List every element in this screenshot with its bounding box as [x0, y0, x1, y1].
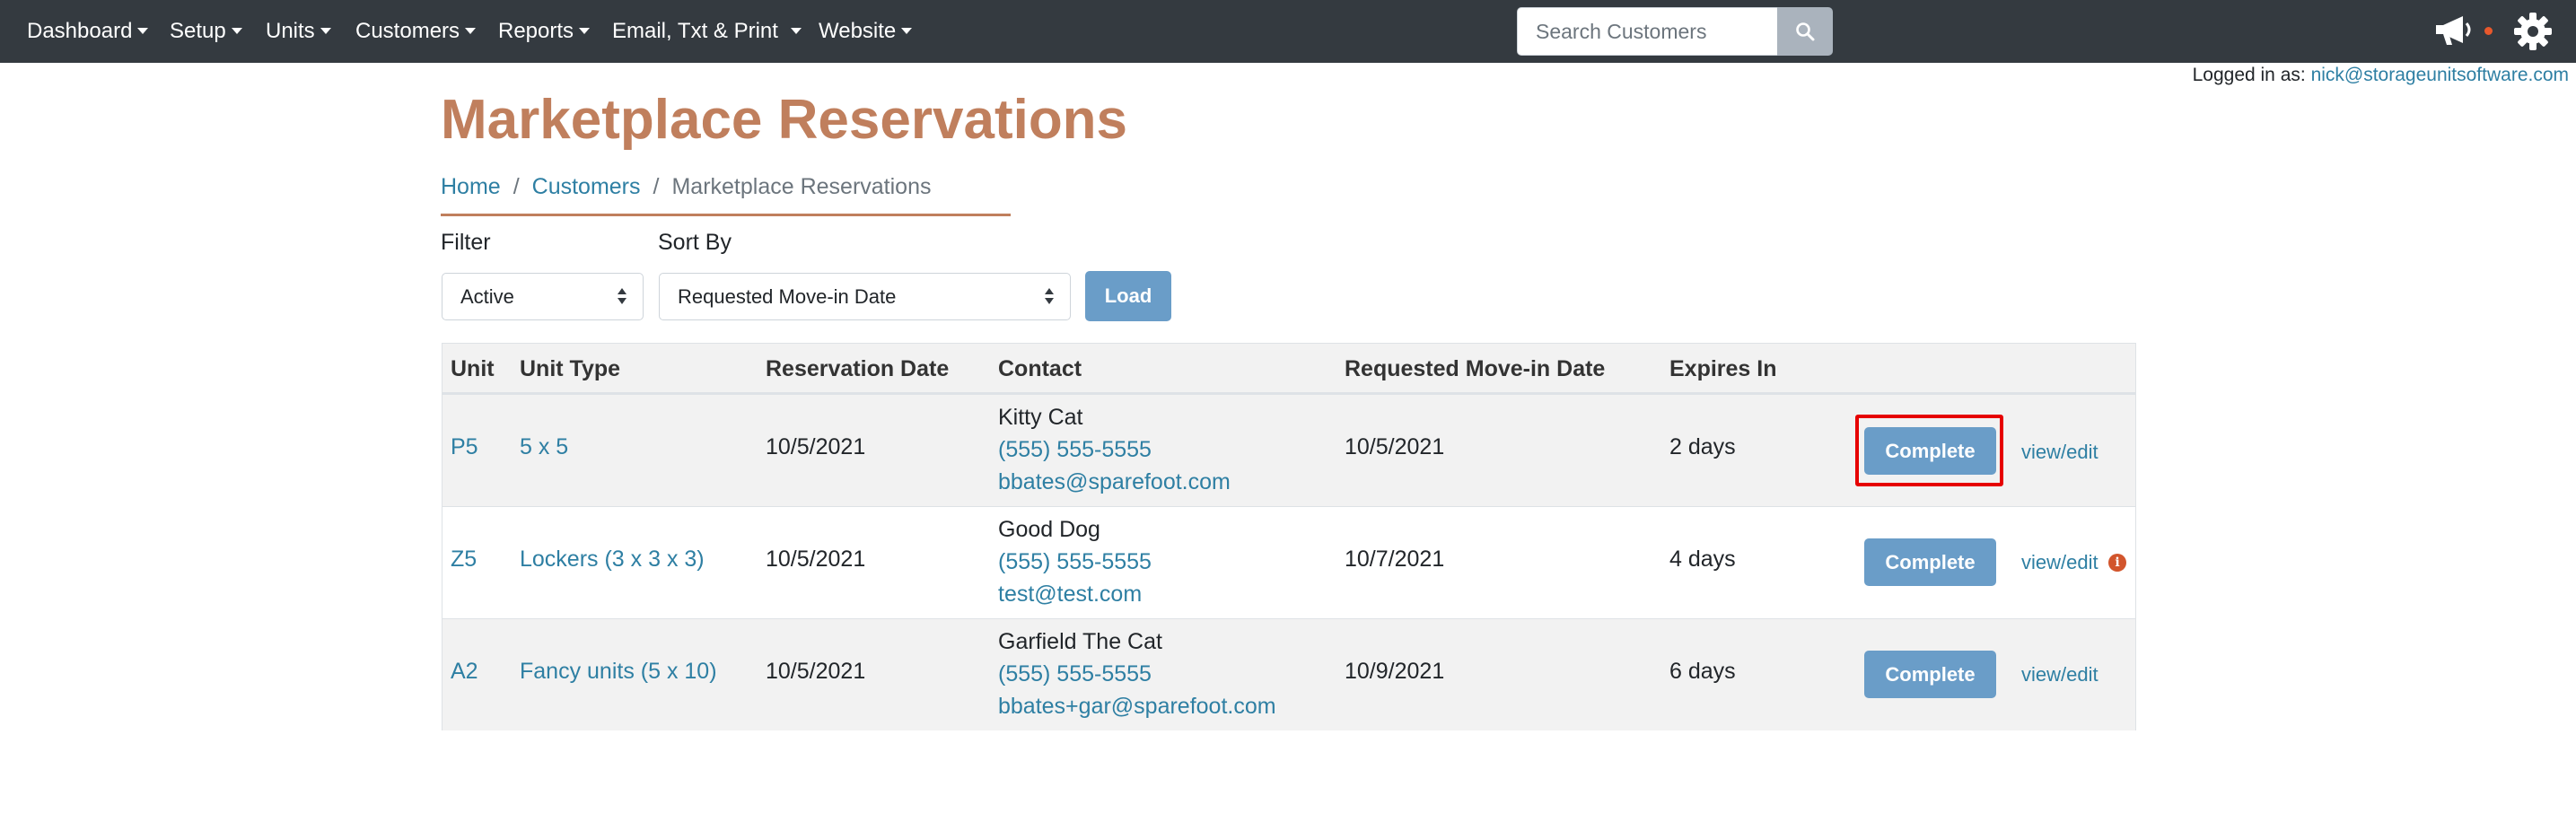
- nav-website-label: Website: [819, 19, 897, 43]
- nav-dashboard-label: Dashboard: [27, 19, 133, 43]
- sort-by-select[interactable]: Requested Move-in Date: [659, 273, 1071, 320]
- contact-phone-link[interactable]: (555) 555-5555: [998, 658, 1276, 690]
- expires-in: 6 days: [1669, 659, 1736, 684]
- sort-by-label: Sort By: [658, 230, 732, 255]
- contact-email-link[interactable]: bbates@sparefoot.com: [998, 466, 1231, 498]
- nav-email-txt-print[interactable]: Email, Txt & Print: [612, 0, 802, 63]
- table-row: A2 Fancy units (5 x 10) 10/5/2021 Garfie…: [442, 618, 2135, 730]
- move-in-date: 10/5/2021: [1345, 434, 1445, 459]
- contact-email-link[interactable]: test@test.com: [998, 578, 1152, 610]
- contact-cell: Good Dog (555) 555-5555 test@test.com: [998, 513, 1152, 610]
- nav-customers-label: Customers: [355, 19, 460, 43]
- logged-in-label: Logged in as:: [2192, 65, 2306, 85]
- nav-dashboard[interactable]: Dashboard: [27, 0, 149, 63]
- nav-setup[interactable]: Setup: [170, 0, 242, 63]
- search-icon: [1796, 22, 1815, 41]
- table-header: Unit Unit Type Reservation Date Contact …: [442, 344, 2135, 394]
- unit-type-link[interactable]: Lockers (3 x 3 x 3): [520, 547, 705, 573]
- search-customers-input[interactable]: [1517, 7, 1779, 56]
- breadcrumb-home[interactable]: Home: [441, 174, 501, 199]
- header-unit-type: Unit Type: [520, 356, 621, 381]
- nav-reports[interactable]: Reports: [498, 0, 591, 63]
- breadcrumb-customers[interactable]: Customers: [532, 174, 641, 199]
- breadcrumb-separator: /: [513, 174, 520, 199]
- complete-button[interactable]: Complete: [1864, 651, 1996, 698]
- header-expires-in: Expires In: [1669, 356, 1777, 381]
- move-in-date: 10/7/2021: [1345, 547, 1445, 572]
- unit-link[interactable]: P5: [451, 434, 478, 460]
- info-icon[interactable]: i: [2108, 554, 2126, 572]
- sort-by-select-value: Requested Move-in Date: [678, 285, 897, 308]
- unit-link[interactable]: A2: [451, 659, 478, 685]
- unit-type-link[interactable]: Fancy units (5 x 10): [520, 659, 717, 685]
- breadcrumb-separator: /: [653, 174, 660, 199]
- expires-in: 2 days: [1669, 434, 1736, 459]
- breadcrumb-current: Marketplace Reservations: [671, 174, 932, 199]
- move-in-date: 10/9/2021: [1345, 659, 1445, 684]
- filter-label: Filter: [441, 230, 491, 255]
- contact-cell: Garfield The Cat (555) 555-5555 bbates+g…: [998, 625, 1276, 722]
- megaphone-icon[interactable]: [2432, 13, 2475, 48]
- nav-units-label: Units: [266, 19, 315, 43]
- contact-name: Garfield The Cat: [998, 629, 1162, 654]
- nav-reports-label: Reports: [498, 19, 574, 43]
- view-edit-link[interactable]: view/edit: [2021, 551, 2098, 574]
- table-row: Z5 Lockers (3 x 3 x 3) 10/5/2021 Good Do…: [442, 506, 2135, 618]
- unit-link[interactable]: Z5: [451, 547, 477, 573]
- select-arrows-icon: [618, 288, 626, 306]
- search-button[interactable]: [1777, 7, 1833, 56]
- complete-button[interactable]: Complete: [1864, 538, 1996, 586]
- complete-button[interactable]: Complete: [1864, 427, 1996, 475]
- contact-name: Good Dog: [998, 517, 1100, 542]
- filter-select[interactable]: Active: [442, 273, 644, 320]
- view-edit-link[interactable]: view/edit: [2021, 441, 2098, 464]
- reservation-date: 10/5/2021: [766, 434, 866, 459]
- caret-down-icon: [137, 28, 149, 34]
- reservation-date: 10/5/2021: [766, 547, 866, 572]
- logged-in-indicator: Logged in as: nick@storageunitsoftware.c…: [2193, 65, 2569, 86]
- header-contact: Contact: [998, 356, 1082, 381]
- contact-name: Kitty Cat: [998, 405, 1083, 430]
- caret-down-icon: [320, 28, 331, 34]
- header-unit: Unit: [451, 356, 495, 381]
- nav-units[interactable]: Units: [266, 0, 331, 63]
- view-edit-link[interactable]: view/edit: [2021, 663, 2098, 686]
- expires-in: 4 days: [1669, 547, 1736, 572]
- contact-phone-link[interactable]: (555) 555-5555: [998, 433, 1231, 466]
- nav-website[interactable]: Website: [819, 0, 913, 63]
- table-row: P5 5 x 5 10/5/2021 Kitty Cat (555) 555-5…: [442, 394, 2135, 506]
- user-email-link[interactable]: nick@storageunitsoftware.com: [2311, 65, 2569, 85]
- reservation-date: 10/5/2021: [766, 659, 866, 684]
- nav-setup-label: Setup: [170, 19, 226, 43]
- contact-phone-link[interactable]: (555) 555-5555: [998, 546, 1152, 578]
- nav-email-txt-print-label: Email, Txt & Print: [612, 19, 778, 43]
- contact-cell: Kitty Cat (555) 555-5555 bbates@sparefoo…: [998, 401, 1231, 498]
- header-requested-move-in-date: Requested Move-in Date: [1345, 356, 1606, 381]
- filter-select-value: Active: [460, 285, 514, 308]
- top-navbar: Dashboard Setup Units Customers Reports …: [0, 0, 2576, 63]
- contact-email-link[interactable]: bbates+gar@sparefoot.com: [998, 690, 1276, 722]
- notification-dot: [2484, 27, 2493, 35]
- breadcrumb-underline: [441, 214, 1011, 216]
- caret-down-icon: [231, 28, 242, 34]
- nav-customers[interactable]: Customers: [355, 0, 477, 63]
- select-arrows-icon: [1045, 288, 1054, 306]
- unit-type-link[interactable]: 5 x 5: [520, 434, 568, 460]
- caret-down-icon: [579, 28, 591, 34]
- page-title: Marketplace Reservations: [441, 89, 1128, 151]
- gear-icon[interactable]: [2513, 12, 2553, 51]
- caret-down-icon: [790, 28, 802, 34]
- caret-down-icon: [901, 28, 913, 34]
- reservations-table: Unit Unit Type Reservation Date Contact …: [442, 343, 2136, 730]
- breadcrumb: Home / Customers / Marketplace Reservations: [441, 174, 931, 200]
- caret-down-icon: [465, 28, 477, 34]
- load-button[interactable]: Load: [1085, 271, 1171, 321]
- header-reservation-date: Reservation Date: [766, 356, 950, 381]
